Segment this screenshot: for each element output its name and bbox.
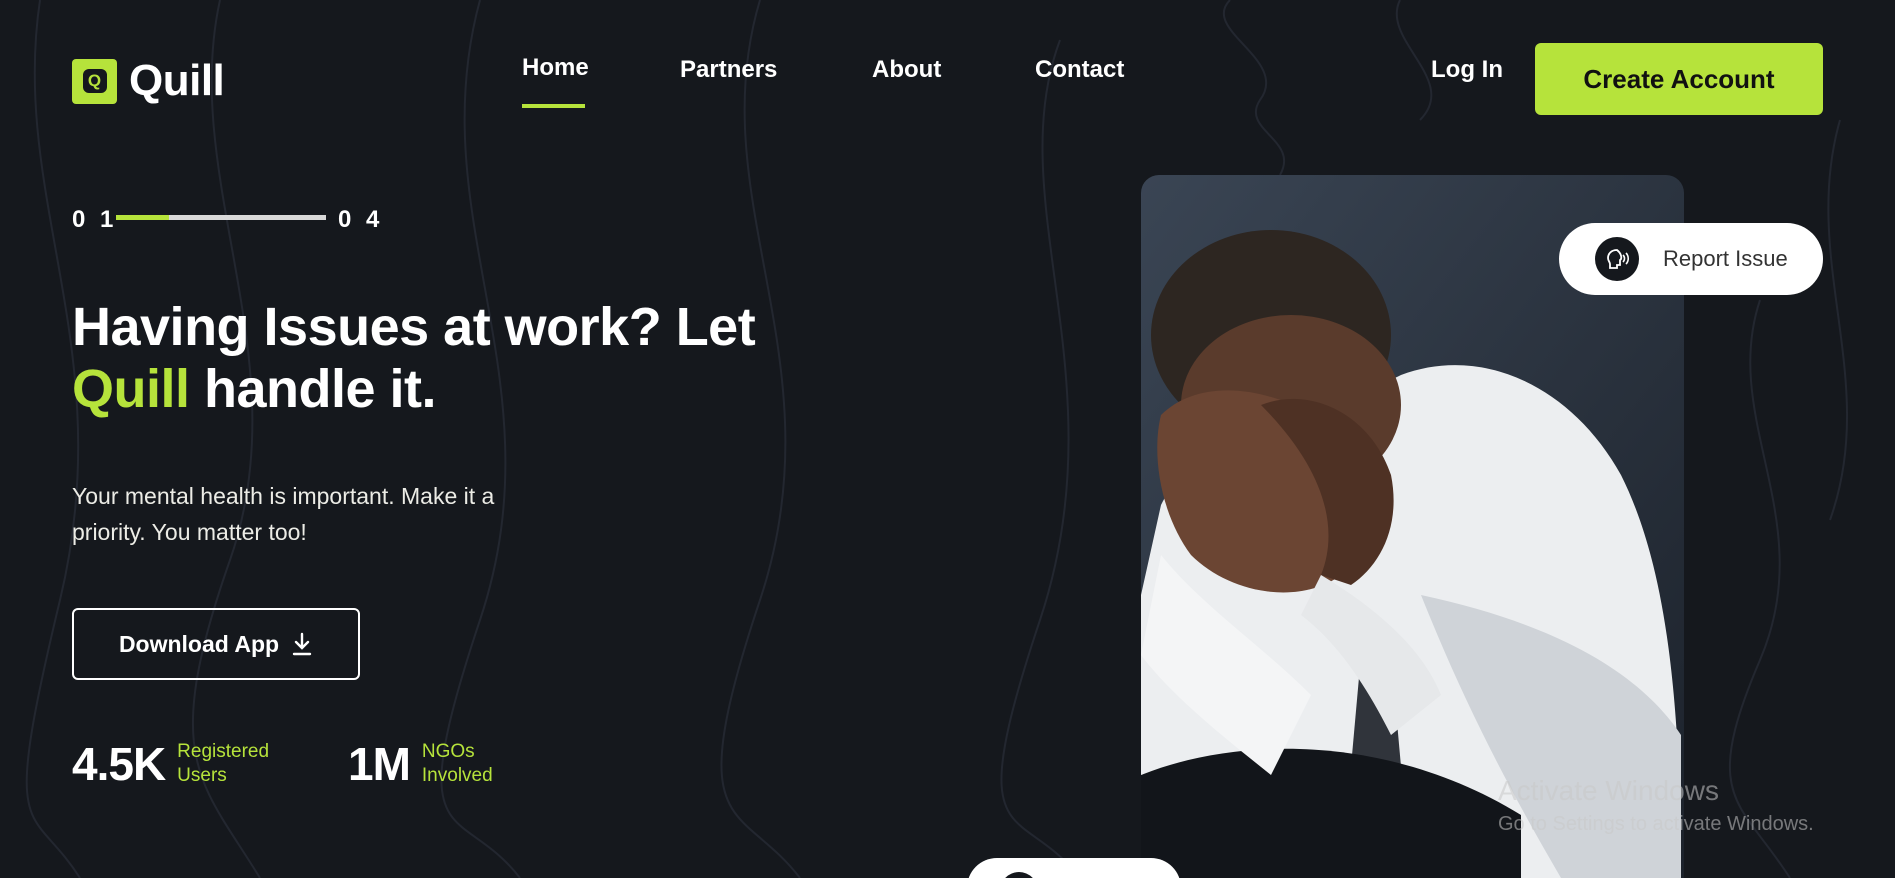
watermark-subtitle: Go to Settings to activate Windows. — [1498, 813, 1814, 835]
slide-progress-fill — [116, 215, 169, 220]
stat-label-line: Users — [177, 765, 227, 786]
headline-line-1: Having Issues at work? Let — [72, 297, 756, 357]
slide-progress-track — [116, 215, 326, 220]
floating-pill[interactable] — [967, 858, 1181, 878]
stat-value: 1M — [348, 738, 411, 790]
slide-total: 0 4 — [338, 206, 384, 233]
stat-registered-users: 4.5K Registered Users — [72, 737, 269, 791]
report-issue-button[interactable]: Report Issue — [1559, 223, 1823, 295]
download-icon — [292, 632, 312, 656]
stat-label-line: Involved — [421, 765, 493, 786]
headline-line-2: handle it. — [189, 359, 437, 419]
head-speaking-icon — [1595, 237, 1639, 281]
windows-activation-watermark: Activate Windows Go to Settings to activ… — [1498, 775, 1814, 836]
login-link[interactable]: Log In — [1431, 56, 1503, 84]
stat-label: Registered Users — [177, 740, 269, 788]
stat-label: NGOs Involved — [422, 740, 493, 788]
headline-accent: Quill — [72, 359, 190, 419]
stat-label-line: Registered — [177, 741, 270, 762]
stat-value: 4.5K — [72, 738, 166, 790]
download-app-button[interactable]: Download App — [72, 608, 360, 680]
logo-mark-icon: Q — [72, 58, 117, 104]
nav-about[interactable]: About — [872, 56, 941, 84]
hero-subtext: Your mental health is important. Make it… — [72, 483, 495, 545]
logo-letter: Q — [82, 69, 107, 93]
nav-home[interactable]: Home — [522, 54, 589, 82]
brand-name: Quill — [129, 56, 225, 105]
brand-logo[interactable]: Q Quill — [72, 56, 225, 106]
stat-label-line: NGOs — [421, 741, 475, 762]
nav-active-underline — [522, 104, 585, 108]
nav-contact[interactable]: Contact — [1035, 56, 1124, 84]
slide-current: 0 1 — [72, 206, 118, 233]
nav-partners[interactable]: Partners — [680, 56, 777, 84]
pill-icon — [1000, 872, 1038, 878]
create-account-button[interactable]: Create Account — [1535, 43, 1823, 115]
report-issue-label: Report Issue — [1663, 246, 1788, 271]
watermark-title: Activate Windows — [1498, 775, 1719, 806]
hero-headline: Having Issues at work? Let Quill handle … — [72, 296, 792, 420]
stat-ngos-involved: 1M NGOs Involved — [348, 737, 493, 791]
download-label: Download App — [118, 630, 280, 657]
